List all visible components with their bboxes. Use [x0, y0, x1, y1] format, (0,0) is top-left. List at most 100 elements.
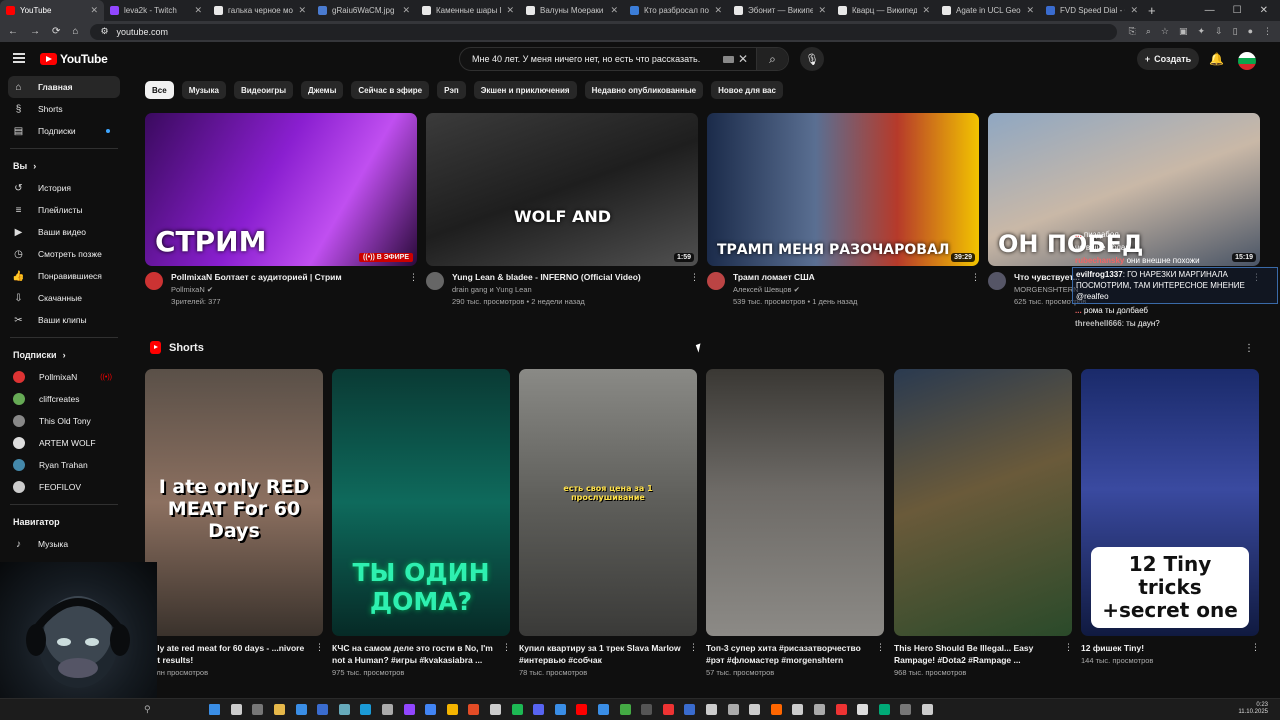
filter-chip[interactable]: Музыка: [181, 81, 226, 99]
taskbar-app-icon[interactable]: [619, 704, 631, 715]
video-channel[interactable]: Алексей Шевцов ✔: [733, 284, 963, 296]
taskbar-app-icon[interactable]: [749, 704, 761, 715]
filter-chip[interactable]: Новое для вас: [711, 81, 783, 99]
home-icon[interactable]: ⌂: [72, 26, 78, 37]
short-card[interactable]: This Hero Should Be Illegal... Easy Ramp…: [894, 369, 1073, 681]
video-card[interactable]: СТРИМ ((•)) В ЭФИРЕ PollmixaN Болтает с ау…: [145, 113, 418, 318]
sidebar-item-shorts[interactable]: § Shorts: [0, 98, 128, 120]
video-title[interactable]: PollmixaN Болтает с аудиторией | Стрим: [171, 272, 401, 284]
taskbar-app-icon[interactable]: [900, 704, 912, 715]
sidebar-channel[interactable]: This Old Tony: [0, 410, 128, 432]
short-card[interactable]: есть своя цена за 1 прослушивание Купил к…: [519, 369, 698, 681]
filter-chip[interactable]: Рэп: [437, 81, 466, 99]
sidebar-channel[interactable]: ARTEM WOLF: [0, 432, 128, 454]
taskbar-app-icon[interactable]: [252, 704, 264, 715]
notifications-icon[interactable]: 🔔: [1209, 52, 1224, 66]
video-menu-icon[interactable]: ⋮: [690, 272, 699, 308]
search-input[interactable]: Мне 40 лет. У меня ничего нет, но есть ч…: [460, 54, 723, 64]
keyboard-icon[interactable]: [722, 55, 734, 63]
short-card[interactable]: Топ-3 супер хита #рисазатворчество #рэт …: [706, 369, 885, 681]
short-menu-icon[interactable]: ⋮: [1064, 642, 1073, 679]
widgets-icon[interactable]: ⚲: [144, 704, 151, 715]
address-bar[interactable]: ⚙ youtube.com: [90, 23, 1117, 40]
browser-tab[interactable]: Каменные шары Коста-Р ✕: [416, 0, 520, 21]
taskbar-app-icon[interactable]: [274, 704, 286, 715]
taskbar-app-icon[interactable]: [878, 704, 890, 715]
browser-tab[interactable]: Кто разбросал по всему ✕: [624, 0, 728, 21]
sidebar-channel[interactable]: FEOFILOV: [0, 476, 128, 498]
taskbar-app-icon[interactable]: [425, 704, 437, 715]
taskbar-app-icon[interactable]: [317, 704, 329, 715]
short-title[interactable]: КЧС на самом деле это гости в No, I'm no…: [332, 642, 498, 666]
taskbar-app-icon[interactable]: [705, 704, 717, 715]
short-thumbnail[interactable]: ТЫ ОДИН ДОМА?: [332, 369, 510, 636]
sidebar-item-музыка[interactable]: ♪ Музыка: [0, 533, 128, 555]
close-tab-icon[interactable]: ✕: [714, 5, 722, 16]
sidebar-channel[interactable]: PollmixaN ((•)): [0, 366, 128, 388]
short-thumbnail[interactable]: [706, 369, 884, 636]
create-button[interactable]: + Создать: [1137, 48, 1199, 70]
taskbar-app-icon[interactable]: [360, 704, 372, 715]
taskbar-app-icon[interactable]: [641, 704, 653, 715]
sidebar-section-you[interactable]: Вы ›: [0, 155, 128, 177]
short-card[interactable]: 12 Tiny tricks +secret one 12 фишек Tiny!…: [1081, 369, 1260, 681]
sidebar-channel[interactable]: Ryan Trahan: [0, 454, 128, 476]
short-title[interactable]: This Hero Should Be Illegal... Easy Ramp…: [894, 642, 1060, 666]
taskbar-app-icon[interactable]: [511, 704, 523, 715]
taskbar-app-icon[interactable]: [921, 704, 933, 715]
close-tab-icon[interactable]: ✕: [506, 5, 514, 16]
sidebar-icon[interactable]: ▯: [1233, 26, 1238, 37]
taskbar-app-icon[interactable]: [727, 704, 739, 715]
extension-icon[interactable]: ▣: [1179, 26, 1188, 37]
taskbar-app-icon[interactable]: [813, 704, 825, 715]
taskbar-app-icon[interactable]: [209, 704, 221, 715]
sidebar-item-главная[interactable]: ⌂ Главная: [8, 76, 120, 98]
browser-tab[interactable]: YouTube ✕: [0, 0, 104, 21]
browser-tab[interactable]: Agate in UCL Geology Co ✕: [936, 0, 1040, 21]
reload-icon[interactable]: ⟳: [52, 26, 60, 37]
filter-chip[interactable]: Джемы: [301, 81, 344, 99]
short-card[interactable]: ТЫ ОДИН ДОМА? КЧС на самом деле это гости…: [332, 369, 511, 681]
taskbar-app-icon[interactable]: [554, 704, 566, 715]
site-info-icon[interactable]: ⚙: [100, 26, 108, 37]
channel-avatar[interactable]: [707, 272, 725, 290]
short-menu-icon[interactable]: ⋮: [1251, 642, 1260, 667]
sidebar-item-ваши-клипы[interactable]: ✂ Ваши клипы: [0, 309, 128, 331]
video-menu-icon[interactable]: ⋮: [971, 272, 980, 308]
system-clock[interactable]: 0:23 11.10.2025: [1238, 702, 1268, 716]
close-tab-icon[interactable]: ✕: [298, 5, 306, 16]
install-icon[interactable]: ⎘: [1129, 26, 1136, 37]
short-thumbnail[interactable]: есть своя цена за 1 прослушивание: [519, 369, 697, 636]
channel-avatar[interactable]: [426, 272, 444, 290]
shelf-menu-icon[interactable]: ⋮: [1244, 343, 1254, 354]
sidebar-item-плейлисты[interactable]: ≡ Плейлисты: [0, 199, 128, 221]
short-title[interactable]: Купил квартиру за 1 трек Slava Marlow #и…: [519, 642, 685, 666]
taskbar-app-icon[interactable]: [684, 704, 696, 715]
taskbar-app-icon[interactable]: [576, 704, 588, 715]
browser-tab[interactable]: leva2k - Twitch ✕: [104, 0, 208, 21]
guide-menu-icon[interactable]: [13, 53, 25, 63]
sidebar-item-история[interactable]: ↺ История: [0, 177, 128, 199]
taskbar-app-icon[interactable]: [835, 704, 847, 715]
youtube-logo[interactable]: YouTube: [40, 52, 108, 66]
short-menu-icon[interactable]: ⋮: [689, 642, 698, 679]
star-icon[interactable]: ☆: [1161, 26, 1169, 37]
short-card[interactable]: I ate only RED MEAT For 60 Days ...nly at…: [145, 369, 324, 681]
close-window-icon[interactable]: ✕: [1260, 5, 1268, 16]
close-tab-icon[interactable]: ✕: [1130, 5, 1138, 16]
puzzle-icon[interactable]: ✦: [1198, 26, 1206, 37]
video-channel[interactable]: drain gang и Yung Lean: [452, 284, 682, 296]
video-menu-icon[interactable]: ⋮: [409, 272, 418, 308]
browser-tab[interactable]: FVD Speed Dial - Основ ✕: [1040, 0, 1144, 21]
short-thumbnail[interactable]: [894, 369, 1072, 636]
channel-avatar[interactable]: [145, 272, 163, 290]
taskbar-app-icon[interactable]: [490, 704, 502, 715]
taskbar-app-icon[interactable]: [792, 704, 804, 715]
taskbar-app-icon[interactable]: [533, 704, 545, 715]
short-menu-icon[interactable]: ⋮: [876, 642, 885, 679]
close-tab-icon[interactable]: ✕: [922, 5, 930, 16]
taskbar-app-icon[interactable]: [446, 704, 458, 715]
filter-chip[interactable]: Экшен и приключения: [473, 81, 577, 99]
search-button[interactable]: ⌕: [756, 48, 788, 70]
taskbar-app-icon[interactable]: [295, 704, 307, 715]
